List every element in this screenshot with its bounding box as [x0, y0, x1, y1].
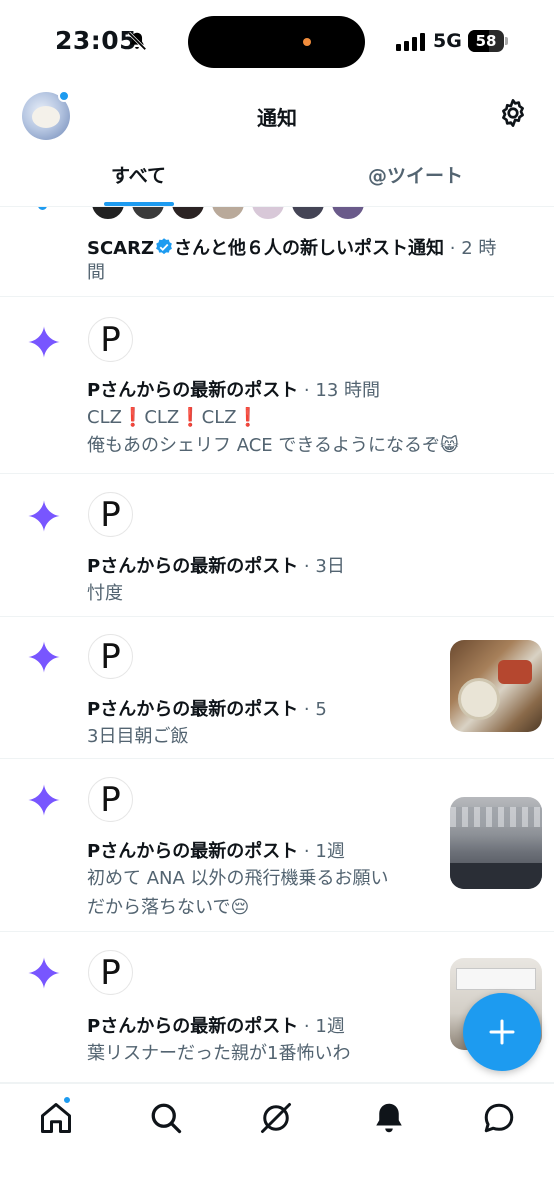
- bottom-navigation: [0, 1083, 554, 1200]
- notification-item[interactable]: P Pさんからの最新のポスト · 3日 忖度: [0, 474, 554, 617]
- sparkle-icon: [28, 641, 60, 673]
- sparkle-icon: [28, 957, 60, 989]
- battery-icon: 58: [468, 30, 508, 52]
- status-bar: 23:05 5G 58: [0, 0, 554, 84]
- post-text-line: 忖度: [87, 583, 123, 604]
- notification-title: Pさんからの最新のポスト · 1週: [87, 841, 345, 862]
- post-thumbnail[interactable]: [450, 797, 542, 889]
- signal-icon: [396, 33, 425, 51]
- avatar[interactable]: P: [88, 492, 133, 537]
- notification-item[interactable]: SCARZ さんと他６人の新しいポスト通知 · 2 時 間: [0, 207, 554, 297]
- tab-mentions[interactable]: @ツイート: [277, 150, 554, 206]
- avatar[interactable]: P: [88, 777, 133, 822]
- dynamic-island: [188, 16, 365, 68]
- notification-text: SCARZ さんと他６人の新しいポスト通知 · 2 時: [87, 238, 497, 259]
- tab-bar: すべて @ツイート: [0, 150, 554, 207]
- post-text-line: CLZ❗️CLZ❗️CLZ❗️: [87, 407, 260, 428]
- notification-title: Pさんからの最新のポスト · 13 時間: [87, 380, 380, 401]
- avatar[interactable]: P: [88, 317, 133, 362]
- status-time: 23:05: [55, 26, 138, 55]
- plus-icon: [489, 1019, 515, 1045]
- post-text-line: だから落ちないで😔: [87, 897, 250, 918]
- notification-title: Pさんからの最新のポスト · 1週: [87, 1016, 345, 1037]
- unread-dot: [58, 90, 70, 102]
- grok-icon[interactable]: [258, 1100, 294, 1136]
- notification-time: 間: [87, 262, 105, 283]
- battery-level: 58: [475, 32, 497, 50]
- sparkle-icon: [28, 326, 60, 358]
- notification-title: Pさんからの最新のポスト · 3日: [87, 556, 345, 577]
- grouped-avatars: [90, 207, 366, 221]
- home-icon[interactable]: [38, 1100, 74, 1136]
- notification-item[interactable]: P Pさんからの最新のポスト · 13 時間 CLZ❗️CLZ❗️CLZ❗️ 俺…: [0, 297, 554, 474]
- unread-dot: [62, 1095, 72, 1105]
- unread-dot: [38, 207, 47, 210]
- avatar[interactable]: P: [88, 634, 133, 679]
- post-text-line: 俺もあのシェリフ ACE できるようになるぞ😸: [87, 435, 459, 456]
- sparkle-icon: [28, 500, 60, 532]
- recording-dot: [303, 38, 311, 46]
- sparkle-icon: [28, 784, 60, 816]
- search-icon[interactable]: [148, 1100, 184, 1136]
- bell-icon[interactable]: [371, 1100, 407, 1136]
- active-tab-indicator: [104, 202, 174, 206]
- avatar[interactable]: P: [88, 950, 133, 995]
- header: 通知: [0, 84, 554, 150]
- notification-item[interactable]: P Pさんからの最新のポスト · 1週 初めて ANA 以外の飛行機乗るお願い …: [0, 759, 554, 932]
- verified-badge-icon: [156, 238, 172, 255]
- compose-button[interactable]: [463, 993, 541, 1071]
- tab-all[interactable]: すべて: [0, 150, 277, 206]
- gear-icon[interactable]: [497, 97, 529, 129]
- post-text-line: 初めて ANA 以外の飛行機乗るお願い: [87, 868, 389, 889]
- account-name[interactable]: SCARZ: [87, 238, 154, 259]
- notification-feed[interactable]: SCARZ さんと他６人の新しいポスト通知 · 2 時 間 P Pさんからの最新の…: [0, 207, 554, 1083]
- notification-title: Pさんからの最新のポスト · 5: [87, 699, 327, 720]
- network-type: 5G: [433, 30, 462, 52]
- post-text-line: 葉リスナーだった親が1番怖いわ: [87, 1043, 351, 1064]
- notification-item[interactable]: P Pさんからの最新のポスト · 5 3日目朝ご飯: [0, 617, 554, 759]
- post-text-line: 3日目朝ご飯: [87, 726, 189, 747]
- post-thumbnail[interactable]: [450, 640, 542, 732]
- page-title: 通知: [257, 106, 297, 130]
- bell-off-icon: [127, 31, 147, 51]
- messages-icon[interactable]: [481, 1100, 517, 1136]
